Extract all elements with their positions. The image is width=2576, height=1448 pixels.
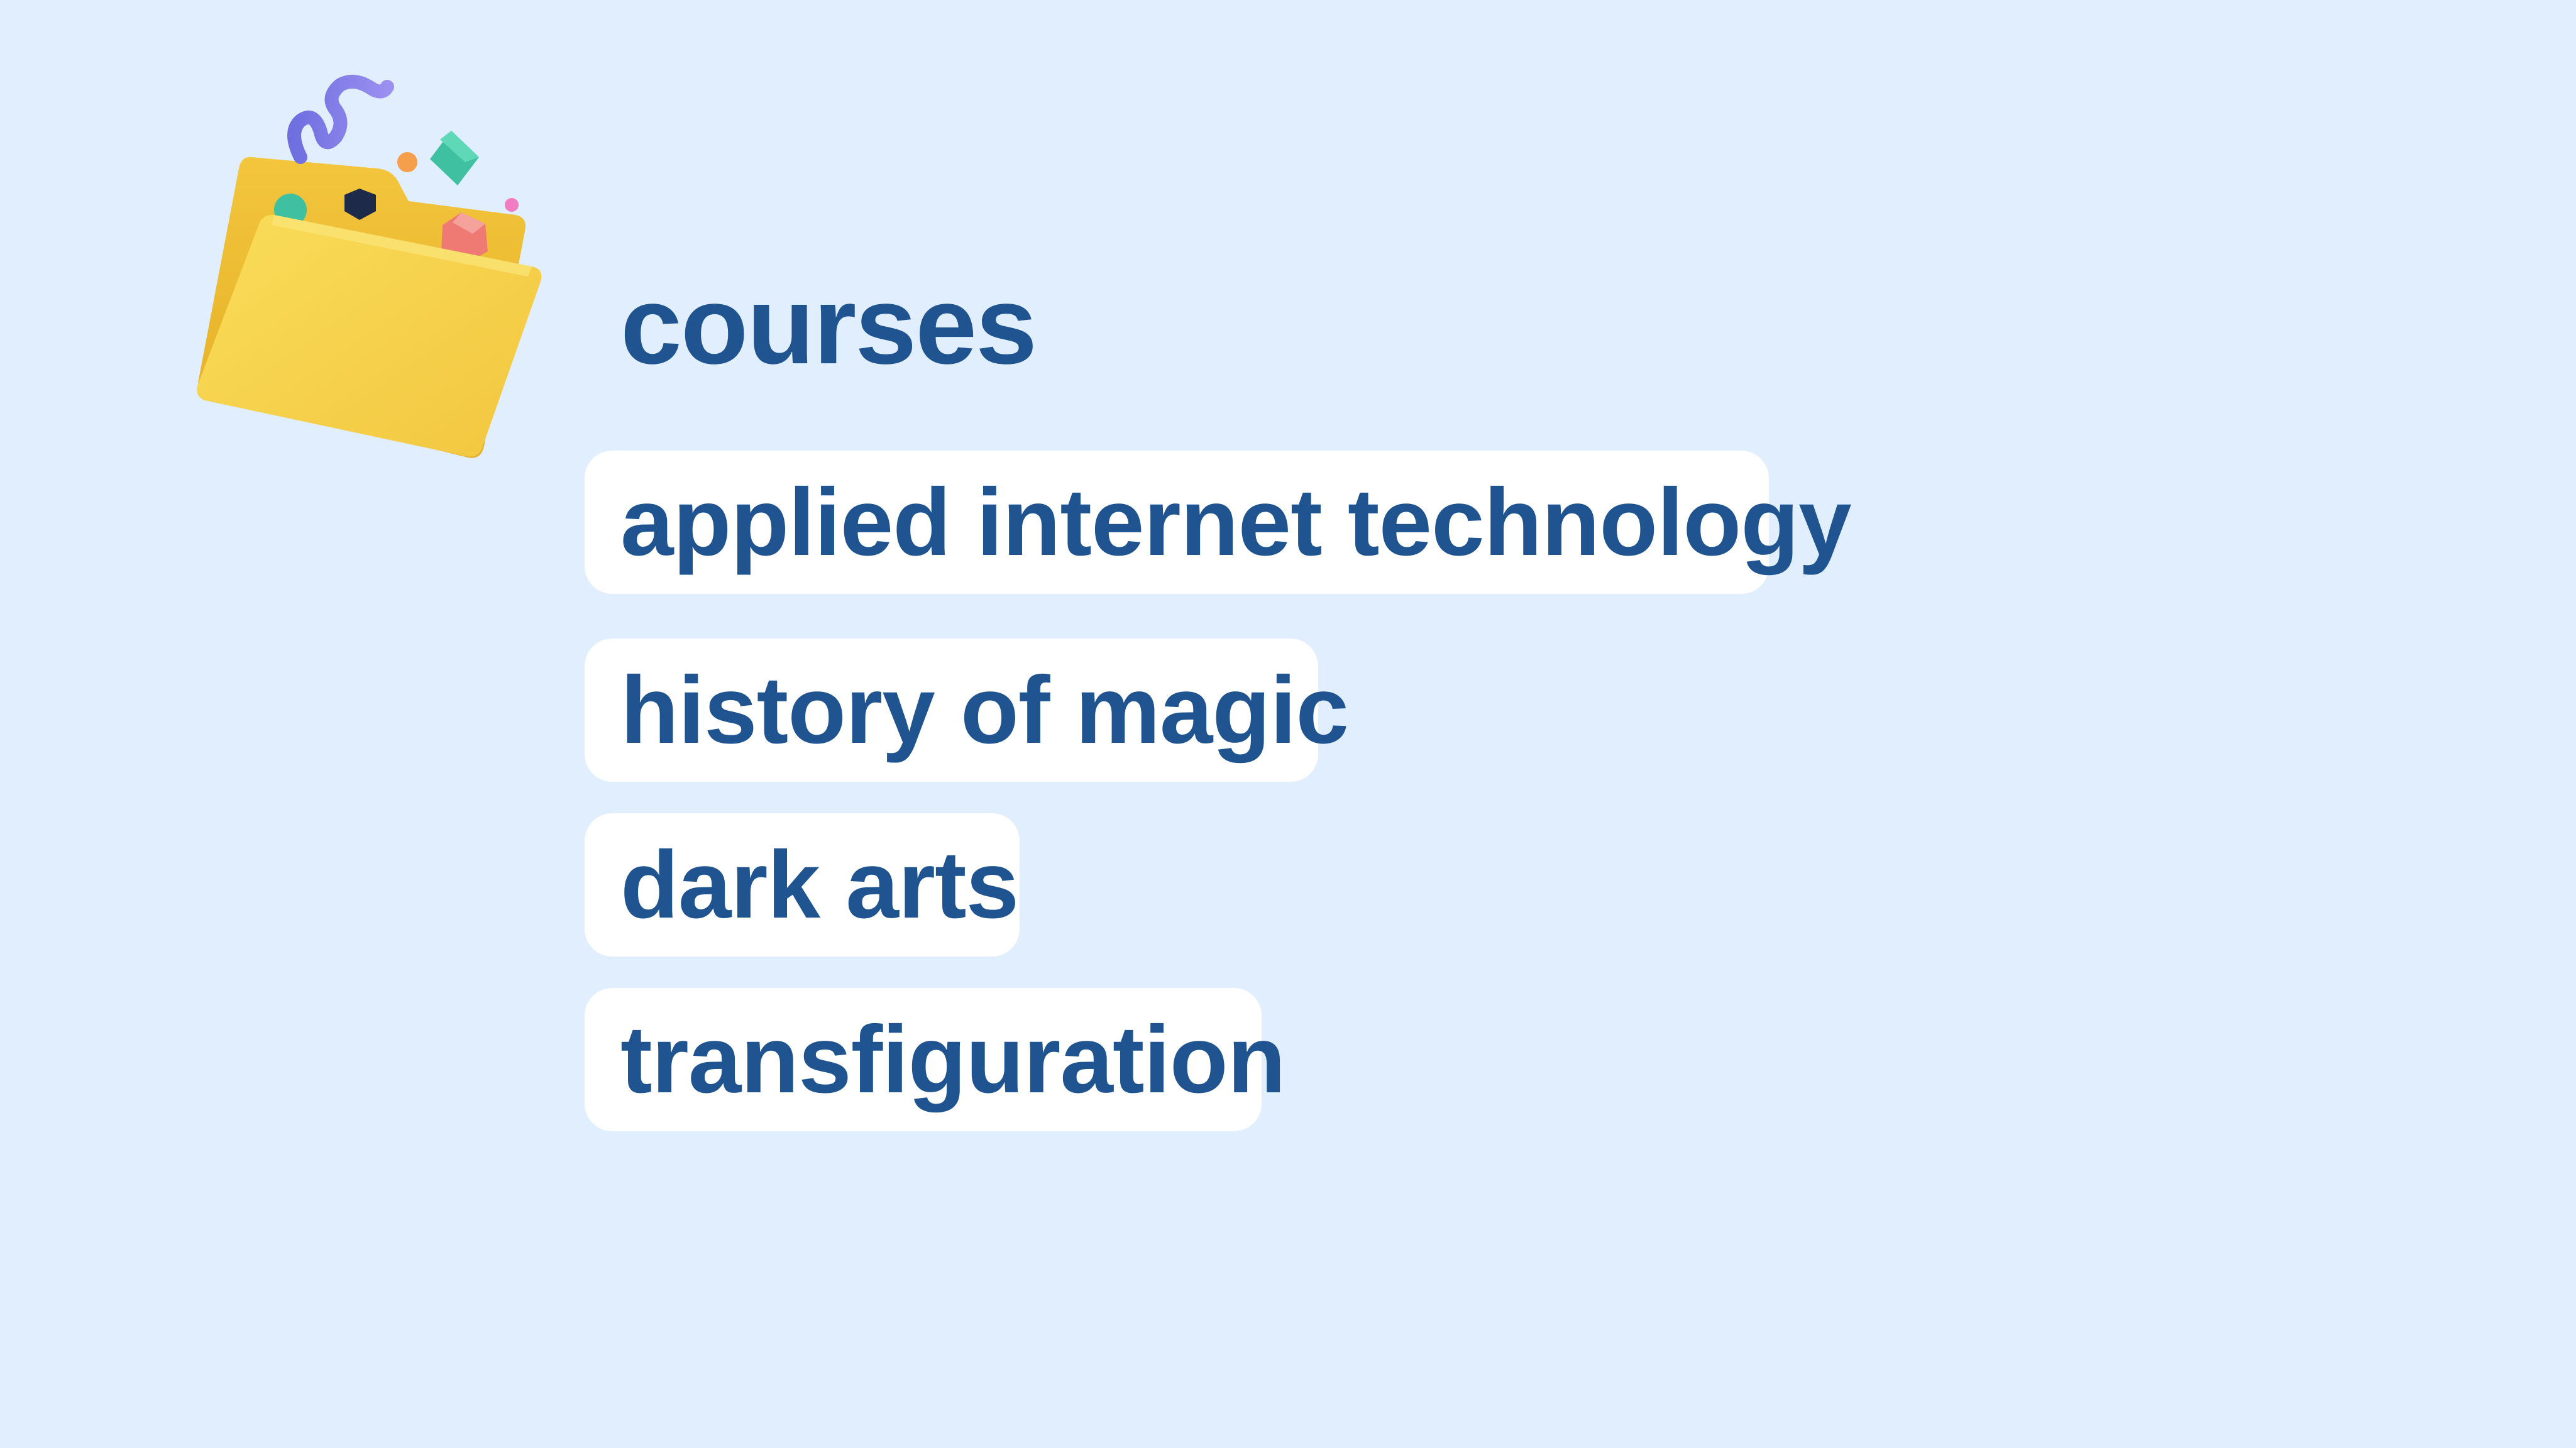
course-item-history-of-magic[interactable]: history of magic [585, 639, 1349, 782]
folder-icon [189, 69, 553, 465]
course-item-transfiguration[interactable]: transfiguration [585, 988, 1285, 1131]
course-item-dark-arts[interactable]: dark arts [585, 813, 1020, 957]
course-item-applied-internet-technology[interactable]: applied internet technology [585, 451, 1852, 594]
page-title: courses [620, 264, 1037, 387]
